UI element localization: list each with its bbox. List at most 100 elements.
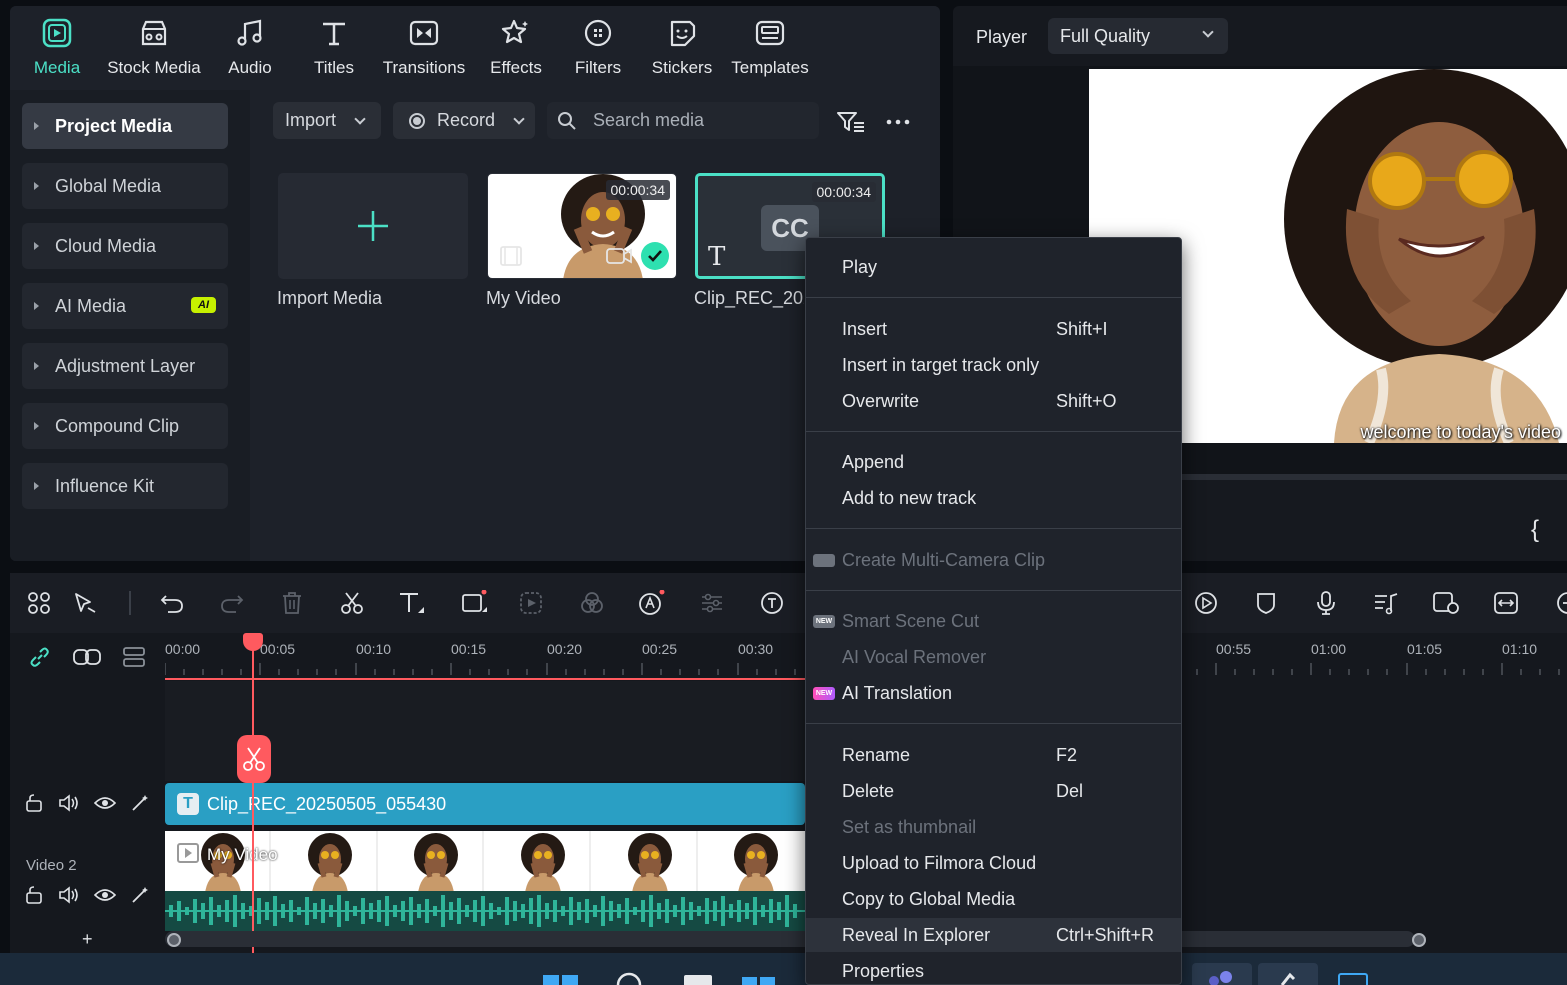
- split-scissors-icon[interactable]: [338, 589, 366, 617]
- windows-start-icon[interactable]: [543, 973, 579, 985]
- menu-item-reveal-explorer[interactable]: Reveal In Explorer Ctrl+Shift+R: [806, 918, 1181, 952]
- menu-item-label: Reveal In Explorer: [842, 924, 991, 945]
- sidebar-item-adjustment-layer[interactable]: Adjustment Layer: [22, 343, 228, 389]
- menu-item-overwrite[interactable]: Overwrite Shift+O: [806, 384, 1181, 418]
- undo-icon[interactable]: [158, 589, 186, 617]
- menu-item-append[interactable]: Append: [806, 445, 1181, 479]
- menu-item-rename[interactable]: Rename F2: [806, 738, 1181, 772]
- import-media-tile[interactable]: [278, 173, 468, 279]
- sidebar-item-label: Global Media: [55, 175, 162, 196]
- menu-item-ai-translation[interactable]: NEW AI Translation: [806, 676, 1181, 710]
- menu-item-insert-target-track[interactable]: Insert in target track only: [806, 348, 1181, 382]
- tab-titles[interactable]: Titles: [306, 6, 362, 90]
- tab-filters[interactable]: Filters: [570, 6, 626, 90]
- eye-visibility-icon[interactable]: [94, 887, 116, 903]
- microphone-icon[interactable]: [1312, 589, 1340, 617]
- quality-dropdown[interactable]: Full Quality: [1048, 18, 1228, 54]
- mark-in-brace-icon[interactable]: {: [1531, 516, 1539, 544]
- menu-item-label: Insert in target track only: [842, 354, 1040, 375]
- magic-wand-icon[interactable]: [130, 793, 152, 813]
- lock-track-icon[interactable]: [24, 885, 44, 905]
- adjust-sliders-icon[interactable]: [698, 589, 726, 617]
- filter-sort-icon[interactable]: [836, 110, 866, 134]
- taskbar-app-filmora[interactable]: [1258, 963, 1318, 985]
- group-link-icon[interactable]: [72, 647, 102, 667]
- add-track-button[interactable]: +: [82, 929, 93, 950]
- smart-cutout-icon[interactable]: [518, 589, 546, 617]
- title-clip[interactable]: T Clip_REC_20250505_055430: [165, 783, 805, 825]
- sidebar-item-ai-media[interactable]: AI Media AI: [22, 283, 228, 329]
- ruler-tick: 00:20: [547, 641, 583, 657]
- sidebar-item-influence-kit[interactable]: Influence Kit: [22, 463, 228, 509]
- menu-item-add-new-track[interactable]: Add to new track: [806, 481, 1181, 515]
- timeline-toolbar: [10, 573, 1567, 633]
- speaker-icon[interactable]: [58, 885, 80, 905]
- menu-item-play[interactable]: Play: [806, 250, 1181, 284]
- widgets-icon[interactable]: [742, 975, 776, 985]
- scrollbar-right-handle[interactable]: [1412, 933, 1426, 947]
- menu-item-ai-vocal-remover[interactable]: AI Vocal Remover: [806, 640, 1181, 674]
- menu-item-insert[interactable]: Insert Shift+I: [806, 312, 1181, 346]
- tab-audio[interactable]: Audio: [222, 6, 278, 90]
- task-view-icon[interactable]: [684, 975, 712, 985]
- menu-item-copy-global[interactable]: Copy to Global Media: [806, 882, 1181, 916]
- ai-badge: AI: [191, 297, 216, 313]
- menu-separator: [806, 590, 1181, 591]
- crop-icon[interactable]: [460, 589, 488, 617]
- tab-effects[interactable]: Effects: [484, 6, 548, 90]
- more-options-icon[interactable]: [884, 110, 912, 134]
- text-tool-icon[interactable]: [398, 589, 426, 617]
- link-chain-icon[interactable]: [28, 645, 52, 669]
- redo-icon[interactable]: [218, 589, 246, 617]
- audio-mix-icon[interactable]: [1372, 589, 1400, 617]
- menu-item-smart-scene-cut[interactable]: NEW Smart Scene Cut: [806, 604, 1181, 638]
- menu-item-multicam[interactable]: Create Multi-Camera Clip: [806, 543, 1181, 577]
- split-scissors-icon[interactable]: [237, 735, 271, 783]
- audio-waveform[interactable]: [165, 891, 805, 931]
- transitions-icon: [407, 16, 441, 50]
- shield-marker-icon[interactable]: [1252, 589, 1280, 617]
- video-clip[interactable]: My Video: [165, 831, 805, 891]
- sidebar-item-global-media[interactable]: Global Media: [22, 163, 228, 209]
- search-input[interactable]: Search media: [547, 102, 819, 139]
- sidebar-item-cloud-media[interactable]: Cloud Media: [22, 223, 228, 269]
- import-button[interactable]: Import: [273, 102, 381, 139]
- tab-templates[interactable]: Templates: [728, 6, 812, 90]
- search-icon[interactable]: [615, 971, 645, 985]
- tab-label: Transitions: [382, 58, 466, 77]
- audio-camera-icon: [606, 246, 632, 266]
- layout-grid-icon[interactable]: [25, 589, 53, 617]
- record-button[interactable]: Record: [393, 102, 535, 139]
- lock-track-icon[interactable]: [24, 793, 44, 813]
- tab-stock-media[interactable]: Stock Media: [102, 6, 206, 90]
- sidebar-item-project-media[interactable]: Project Media: [22, 103, 228, 149]
- zoom-out-icon[interactable]: [1550, 589, 1567, 617]
- auto-caption-icon[interactable]: [758, 589, 786, 617]
- tab-media[interactable]: Media: [20, 6, 94, 90]
- magic-wand-icon[interactable]: [130, 885, 152, 905]
- snapshot-icon[interactable]: [1432, 589, 1460, 617]
- fit-timeline-icon[interactable]: [1492, 589, 1520, 617]
- menu-item-properties[interactable]: Properties: [806, 954, 1181, 984]
- tab-stickers[interactable]: Stickers: [648, 6, 716, 90]
- menu-item-upload-cloud[interactable]: Upload to Filmora Cloud: [806, 846, 1181, 880]
- delete-trash-icon[interactable]: [278, 589, 306, 617]
- select-pointer-icon[interactable]: [72, 589, 100, 617]
- eye-visibility-icon[interactable]: [94, 795, 116, 811]
- menu-item-set-thumbnail[interactable]: Set as thumbnail: [806, 810, 1181, 844]
- taskbar-app-calendar[interactable]: [1338, 973, 1368, 985]
- track-manager-icon[interactable]: [122, 646, 148, 668]
- tab-transitions[interactable]: Transitions: [378, 6, 470, 90]
- speaker-icon[interactable]: [58, 793, 80, 813]
- playhead-line[interactable]: [252, 645, 254, 953]
- sidebar-item-compound-clip[interactable]: Compound Clip: [22, 403, 228, 449]
- menu-item-delete[interactable]: Delete Del: [806, 774, 1181, 808]
- scrollbar-left-handle[interactable]: [167, 933, 181, 947]
- timeline-scrollbar[interactable]: [165, 931, 1415, 947]
- caret-right-icon: [34, 242, 39, 250]
- taskbar-app-teams[interactable]: [1192, 963, 1252, 985]
- ai-audio-icon[interactable]: [638, 589, 666, 617]
- media-item-my-video[interactable]: 00:00:34: [487, 173, 677, 279]
- play-circle-icon[interactable]: [1192, 589, 1220, 617]
- color-blend-icon[interactable]: [578, 589, 606, 617]
